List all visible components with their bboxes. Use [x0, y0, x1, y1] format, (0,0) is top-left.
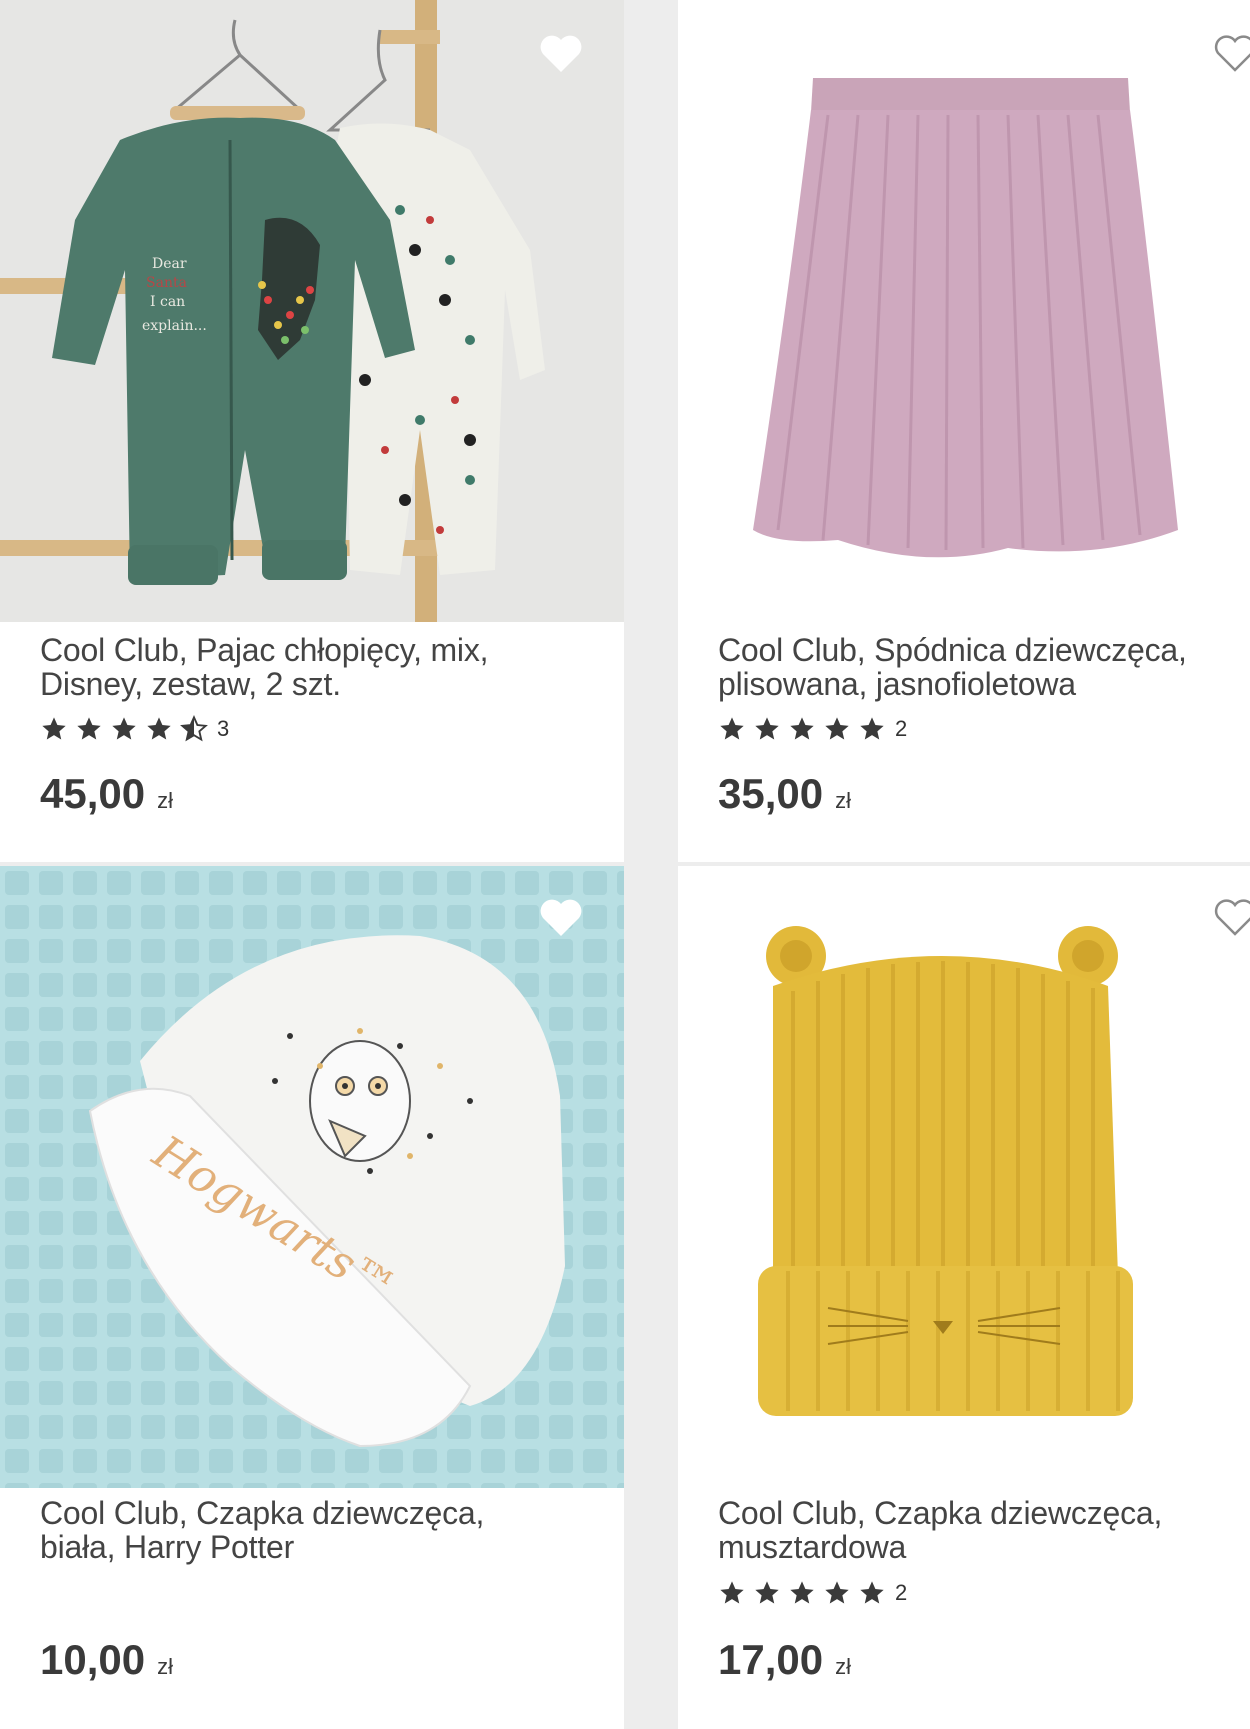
svg-text:I can: I can: [150, 294, 185, 310]
rating-count: 3: [217, 716, 230, 741]
star-icon: [42, 717, 66, 740]
product-price: 17,00 zł: [718, 1636, 851, 1683]
product-image[interactable]: Dear I can explain... Santa: [0, 0, 624, 622]
product-price: 45,00 zł: [40, 770, 173, 817]
half-star-icon: [180, 715, 208, 742]
star-icon: [755, 1581, 779, 1604]
star-icon: [790, 1581, 814, 1604]
product-card[interactable]: Dear I can explain... Santa Cool Club, P…: [0, 0, 624, 862]
svg-text:Santa: Santa: [146, 275, 187, 291]
star-icon: [825, 717, 849, 740]
star-icon: [860, 1581, 884, 1604]
star-icon: [755, 717, 779, 740]
product-price: 35,00 zł: [718, 770, 851, 817]
favorite-heart-icon[interactable]: [1212, 896, 1250, 938]
rating-stars: 2: [718, 1579, 907, 1607]
star-icon: [720, 717, 744, 740]
rating-count: 2: [895, 1580, 908, 1605]
rating-stars: 2: [718, 715, 907, 743]
star-icon: [825, 1581, 849, 1604]
product-price: 10,00 zł: [40, 1636, 173, 1683]
favorite-heart-icon[interactable]: [538, 896, 584, 938]
svg-text:explain...: explain...: [142, 318, 207, 334]
product-title[interactable]: Cool Club, Czapka dziewczęca, musztardow…: [718, 1496, 1238, 1564]
product-title[interactable]: Cool Club, Spódnica dziewczęca, plisowan…: [718, 633, 1238, 701]
product-title[interactable]: Cool Club, Pajac chłopięcy, mix, Disney,…: [40, 633, 600, 701]
product-image[interactable]: [678, 0, 1250, 622]
product-title[interactable]: Cool Club, Czapka dziewczęca, biała, Har…: [40, 1496, 600, 1564]
rating-count: 2: [895, 716, 908, 741]
star-icon: [77, 717, 101, 740]
favorite-heart-icon[interactable]: [538, 32, 584, 74]
star-icon: [112, 717, 136, 740]
product-card[interactable]: Cool Club, Czapka dziewczęca, musztardow…: [678, 866, 1250, 1729]
product-image[interactable]: [678, 866, 1250, 1488]
rating-stars: 3: [40, 715, 229, 743]
star-icon: [790, 717, 814, 740]
star-icon: [860, 717, 884, 740]
favorite-heart-icon[interactable]: [1212, 32, 1250, 74]
star-icon: [147, 717, 171, 740]
star-icon: [720, 1581, 744, 1604]
svg-text:Dear: Dear: [152, 256, 187, 272]
product-image[interactable]: Hogwarts™: [0, 866, 624, 1488]
product-card[interactable]: Hogwarts™ Cool Club, Czapka dziewczęca, …: [0, 866, 624, 1729]
product-card[interactable]: Cool Club, Spódnica dziewczęca, plisowan…: [678, 0, 1250, 862]
